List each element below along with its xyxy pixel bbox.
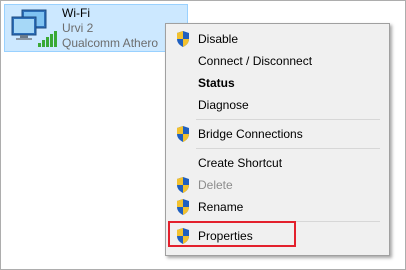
uac-shield-icon <box>177 177 189 193</box>
menu-item-status[interactable]: Status <box>168 72 387 94</box>
menu-separator <box>196 148 380 149</box>
menu-item-label: Bridge Connections <box>198 127 303 141</box>
menu-item-bridge-connections[interactable]: Bridge Connections <box>168 123 387 145</box>
uac-shield-icon <box>177 31 189 47</box>
menu-item-label: Delete <box>198 178 233 192</box>
uac-shield-icon <box>177 126 189 142</box>
menu-item-rename[interactable]: Rename <box>168 196 387 218</box>
properties-highlight-box <box>168 221 296 247</box>
adapter-details: Wi-Fi Urvi 2 Qualcomm Athero <box>62 6 158 51</box>
wifi-adapter-tile[interactable]: Wi-Fi Urvi 2 Qualcomm Athero <box>4 4 188 52</box>
adapter-name: Wi-Fi <box>62 6 90 20</box>
menu-item-label: Connect / Disconnect <box>198 54 313 68</box>
adapter-network: Urvi 2 <box>62 21 94 35</box>
menu-item-label: Create Shortcut <box>198 156 283 170</box>
menu-item-disable[interactable]: Disable <box>168 28 387 50</box>
menu-item-delete[interactable]: Delete <box>168 174 387 196</box>
uac-shield-icon <box>177 199 189 215</box>
adapter-device: Qualcomm Athero <box>62 36 159 50</box>
menu-item-label: Disable <box>198 32 239 46</box>
menu-separator <box>196 119 380 120</box>
menu-item-connect-disconnect[interactable]: Connect / Disconnect <box>168 50 387 72</box>
menu-item-label: Diagnose <box>198 98 249 112</box>
menu-item-diagnose[interactable]: Diagnose <box>168 94 387 116</box>
menu-item-label: Status <box>198 76 235 90</box>
network-adapter-icon <box>11 9 57 47</box>
menu-item-label: Rename <box>198 200 244 214</box>
menu-item-create-shortcut[interactable]: Create Shortcut <box>168 152 387 174</box>
